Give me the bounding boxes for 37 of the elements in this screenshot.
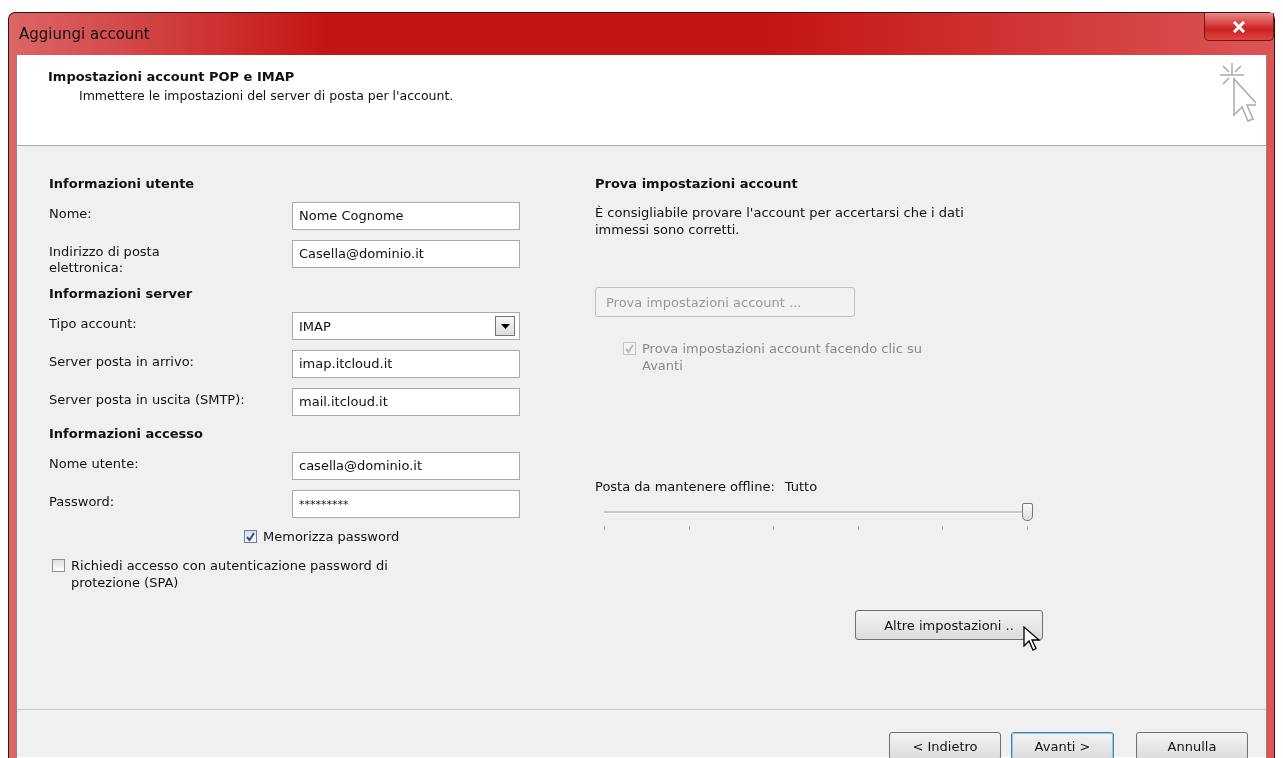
password-field[interactable]: ********* xyxy=(292,490,520,518)
more-settings-button[interactable]: Altre impostazioni .. xyxy=(855,610,1043,640)
close-icon xyxy=(1232,20,1246,33)
field-label: Server posta in uscita (SMTP): xyxy=(49,391,246,408)
checkbox-label: Richiedi accesso con autenticazione password di protezione (SPA) xyxy=(71,557,389,591)
description-text: È consigliabile provare l'account per accertarsi che i dati immessi sono corretti. xyxy=(595,204,965,238)
field-label: Password: xyxy=(49,493,116,510)
offline-label: Posta da mantenere offline: xyxy=(595,479,775,494)
header-subtitle: Immettere le impostazioni del server di posta per l'account. xyxy=(78,88,454,103)
close-button[interactable] xyxy=(1204,13,1274,41)
section-heading: Prova impostazioni account xyxy=(595,176,799,193)
field-label: Tipo account: xyxy=(49,315,138,332)
dialog-button[interactable]: Annulla xyxy=(1136,732,1248,758)
section-heading: Informazioni server xyxy=(49,286,194,303)
input-field[interactable]: mail.itcloud.it xyxy=(292,388,520,416)
dialog-button[interactable]: < Indietro xyxy=(889,732,1001,758)
field-label: Nome: xyxy=(49,205,93,222)
section-heading: Informazioni accesso xyxy=(49,426,204,443)
offline-value: Tutto xyxy=(784,479,818,494)
field-label: Server posta in arrivo: xyxy=(49,353,195,370)
checkbox[interactable] xyxy=(52,559,65,572)
checkbox-label: Memorizza password xyxy=(263,528,400,545)
checkbox-label: Prova impostazioni account facendo clic su Avanti xyxy=(642,340,923,374)
input-field[interactable]: imap.itcloud.it xyxy=(292,350,520,378)
input-field[interactable]: Nome Cognome xyxy=(292,202,520,230)
dialog-button[interactable]: Avanti > xyxy=(1011,732,1114,758)
section-heading: Informazioni utente xyxy=(49,176,196,193)
header-title: Impostazioni account POP e IMAP xyxy=(48,69,296,84)
mouse-pointer-icon xyxy=(1023,626,1041,652)
checkbox[interactable] xyxy=(244,530,257,543)
input-field[interactable]: casella@dominio.it xyxy=(292,452,520,480)
window-title: Aggiungi account xyxy=(19,25,150,43)
field-label: Indirizzo di posta elettronica: xyxy=(49,243,161,276)
field-label: Nome utente: xyxy=(49,455,140,472)
input-field[interactable]: Casella@dominio.it xyxy=(292,240,520,268)
slider-thumb[interactable] xyxy=(1022,503,1033,521)
dropdown-field[interactable]: IMAP xyxy=(292,312,520,340)
